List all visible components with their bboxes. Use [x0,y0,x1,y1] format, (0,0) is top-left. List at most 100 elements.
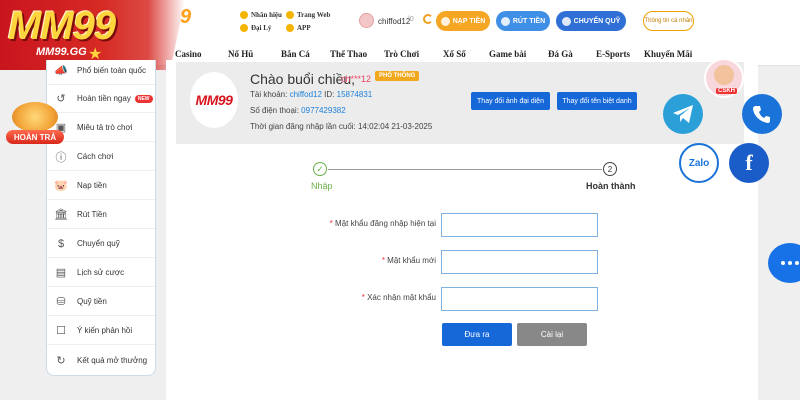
coin-icon [12,102,58,132]
refresh-icon[interactable] [423,14,433,24]
wallet-icon [440,16,450,26]
sidebar-item-chuyen-quy[interactable]: $ Chuyển quỹ [47,230,155,258]
current-password-input[interactable] [441,213,598,237]
dollar-icon: $ [57,237,65,250]
zalo-button[interactable]: Zalo [679,143,719,183]
customer-support-button[interactable]: CSKH [704,58,744,98]
feedback-icon: ☐ [56,325,66,337]
new-password-input[interactable] [441,250,598,274]
required-mark: * [329,219,333,228]
new-badge: NEW [134,94,153,103]
header-link-brand[interactable]: Nhân hiệu [240,11,282,19]
step-1-check-icon: ✓ [313,162,327,176]
nav-tro-choi[interactable]: Trò Chơi [384,49,419,59]
deposit-label: NẠP TIỀN [452,17,486,25]
globe-icon [286,11,294,19]
hoan-tra-promo[interactable]: HOÀN TRẢ [4,100,66,146]
deposit-button[interactable]: NẠP TIỀN [436,11,490,31]
step-2-indicator: 2 [603,162,617,176]
trophy-icon [240,11,248,19]
sidebar-item-label: Phổ biến toàn quốc [77,66,146,75]
last-login-label: Thời gian đăng nhập lần cuối: [250,122,356,131]
withdraw-icon [500,16,510,26]
user-avatar[interactable] [359,13,374,28]
sidebar-item-label: Chuyển quỹ [77,239,120,248]
id-value: 15874831 [336,90,373,99]
withdraw-button[interactable]: RÚT TIỀN [496,11,550,31]
sidebar-item-label: Kết quả mở thưởng [77,355,148,365]
username[interactable]: chiffod12 [378,17,410,26]
change-avatar-button[interactable]: Thay đổi ảnh đại diện [471,92,550,110]
confirm-password-label: * Xác nhận mật khẩu [362,293,436,302]
phone-label: Số điện thoại: [250,106,299,115]
sidebar-item-quy-tien[interactable]: ⛁ Quỹ tiền [47,288,155,316]
account-value: chiffod12 [289,90,322,99]
avatar-logo: MM99 [195,92,233,108]
last-login-info: Thời gian đăng nhập lần cuối: 14:02:04 2… [250,122,432,131]
reset-button[interactable]: Cài lại [517,323,587,346]
piggy-bank-icon: 🐷 [54,180,68,192]
sidebar-item-rut-tien[interactable]: 🏛 Rút Tiền [47,201,155,229]
transfer-label: CHUYỂN QUỸ [573,17,621,25]
nav-da-ga[interactable]: Đá Gà [548,49,573,59]
nav-casino[interactable]: Casino [175,49,202,59]
nav-xo-so[interactable]: Xổ Số [443,49,466,59]
change-nickname-button[interactable]: Thay đổi tên biệt danh [557,92,637,110]
hoan-tra-label: HOÀN TRẢ [6,130,64,144]
current-password-label: * Mật khẩu đăng nhập hiện tại [330,219,436,228]
nav-khuyen-mai[interactable]: Khuyến Mãi [644,49,692,59]
greeting: Chào buổi chiều, [250,71,356,87]
transfer-button[interactable]: CHUYỂN QUỸ [556,11,626,31]
sidebar-item-cach-choi[interactable]: ⓘ Cách chơi [47,143,155,171]
required-mark: * [381,256,385,265]
megaphone-icon: 📣 [54,65,68,77]
logo-text: MM99 [8,4,116,48]
telegram-button[interactable] [663,94,703,134]
header-link-app[interactable]: APP [286,24,311,32]
nav-ban-ca[interactable]: Bắn Cá [281,49,310,59]
nav-the-thao[interactable]: Thể Thao [330,49,367,59]
nav-esports[interactable]: E-Sports [596,49,630,59]
agent-avatar-icon [714,65,734,85]
sidebar-item-y-kien[interactable]: ☐ Ý kiến phản hồi [47,317,155,345]
new-password-label: * Mật khẩu mới [382,256,436,265]
sidebar-item-label: Hoàn tiền ngay [77,94,131,103]
confirm-password-input[interactable] [441,287,598,311]
sidebar-item-lich-su[interactable]: ▤ Lịch sử cược [47,259,155,287]
step-1-label: Nhập [311,181,333,191]
sidebar-item-label: Lịch sử cược [77,268,125,277]
phone-info: Số điện thoại: 0977429382 [250,106,346,115]
last-login-value: 14:02:04 21-03-2025 [358,122,433,131]
confirm-password-text: Xác nhận mật khẩu [367,293,436,302]
phone-button[interactable] [742,94,782,134]
sidebar-item-label: Quỹ tiền [77,297,107,306]
chat-button[interactable] [768,243,800,283]
header-link-label: Đại Lý [251,24,272,32]
step-2-label: Hoàn thành [586,181,636,191]
transfer-icon [561,16,571,26]
sidebar-item-nap-tien[interactable]: 🐷 Nạp tiền [47,172,155,200]
facebook-button[interactable]: f [729,143,769,183]
info-icon: ⓘ [55,151,67,164]
nav-no-hu[interactable]: Nổ Hũ [228,49,253,59]
header-link-web[interactable]: Trang Web [286,11,330,19]
clock-history-icon: ↻ [56,354,66,367]
profile-avatar[interactable]: MM99 [190,72,238,128]
diamond-icon [240,24,248,32]
sidebar-item-ket-qua[interactable]: ↻ Kết quả mở thưởng [47,346,155,374]
account-info: Tài khoản: chiffod12 ID: 15874831 [250,90,372,99]
sidebar-item-label: Nạp tiền [77,181,107,190]
sidebar-item-pho-bien[interactable]: 📣 Phổ biến toàn quốc [47,57,155,85]
cskh-label: CSKH [716,88,738,94]
balance-indicator: |0 [408,16,414,23]
nav-game-bai[interactable]: Game bài [489,49,526,59]
telegram-icon [673,105,693,123]
masked-username: ch***12 [341,74,372,84]
new-password-text: Mật khẩu mới [387,256,436,265]
header-link-agent[interactable]: Đại Lý [240,24,271,32]
sidebar-item-label: Miêu tả trò chơi [77,123,133,132]
phone-icon [753,106,770,123]
submit-button[interactable]: Đưa ra [442,323,512,346]
bank-icon: 🏛 [54,209,68,221]
profile-dropdown[interactable]: Thông tin cá nhân [643,11,694,31]
